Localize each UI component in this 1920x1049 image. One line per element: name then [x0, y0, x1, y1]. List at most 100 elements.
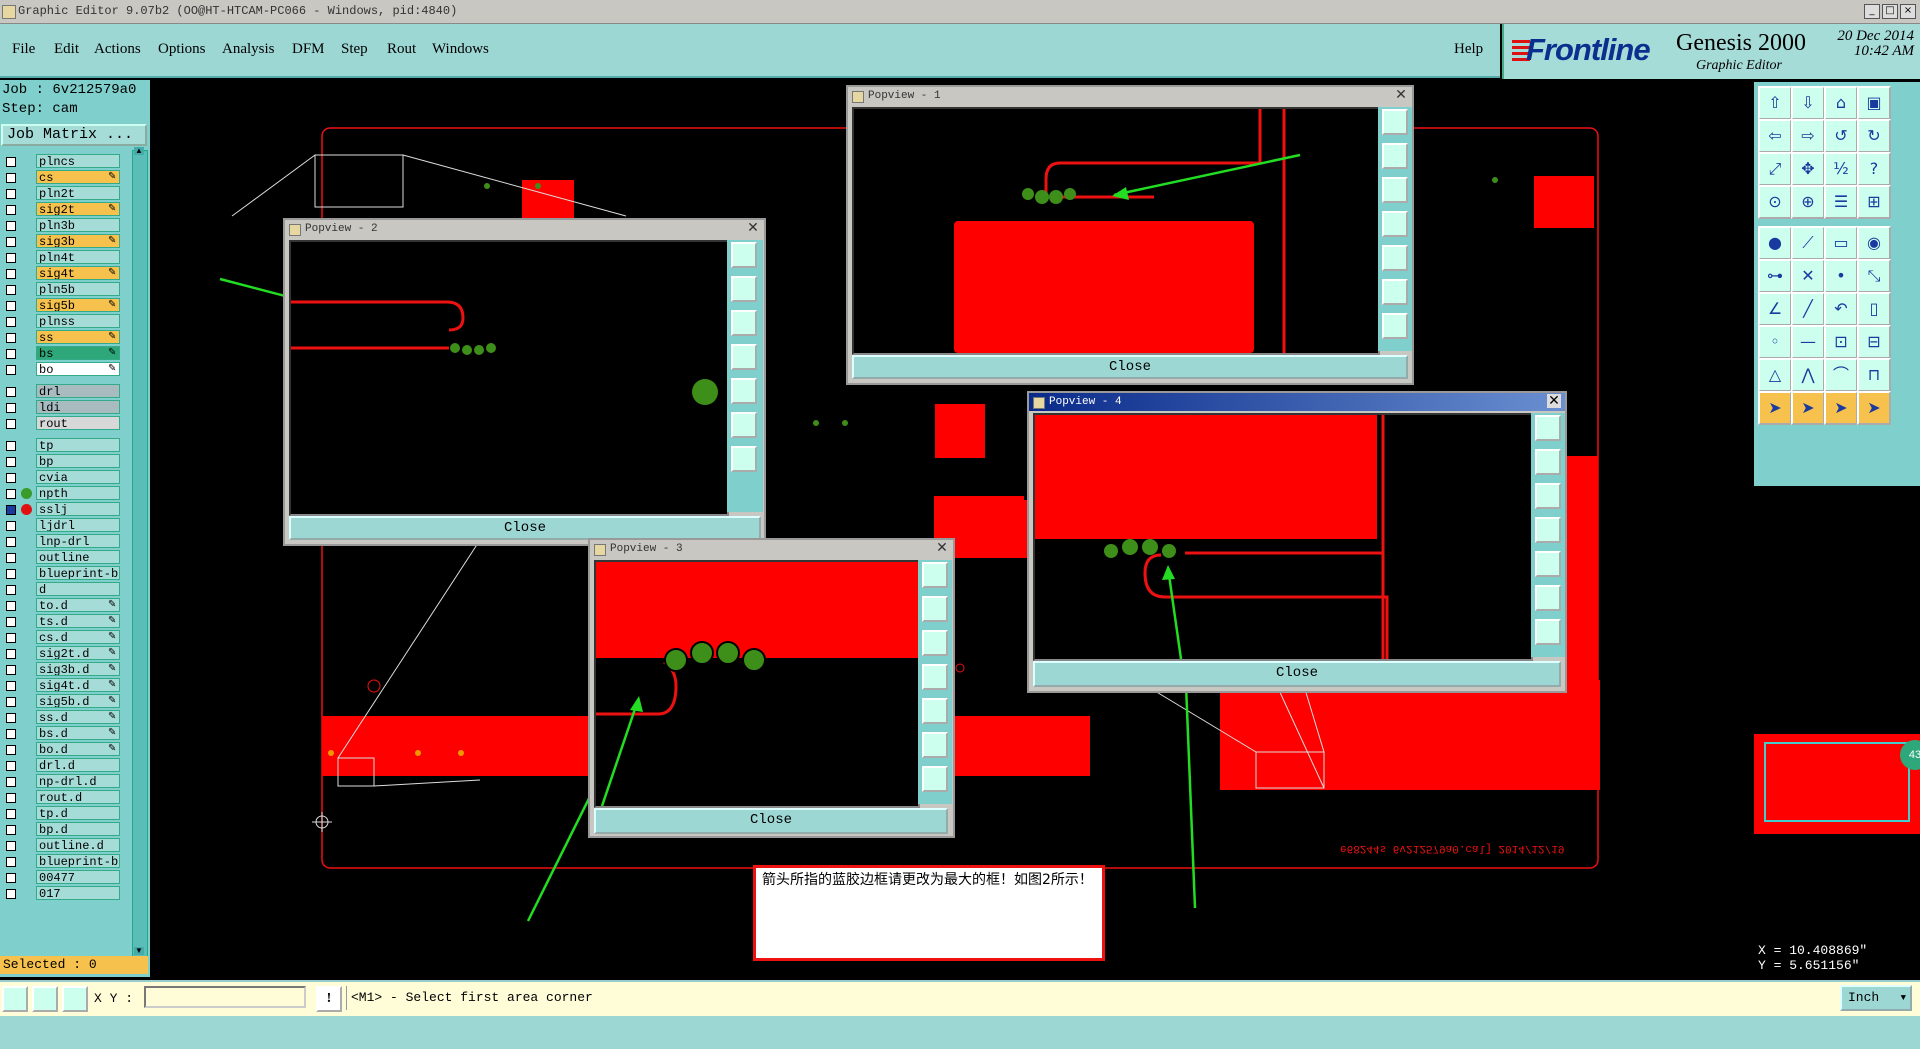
- layer-checkbox[interactable]: [6, 521, 16, 531]
- layer-row[interactable]: drl: [0, 384, 122, 399]
- popview-close-button[interactable]: Close: [289, 516, 761, 540]
- layer-row[interactable]: plncs: [0, 154, 122, 169]
- pan-down-button[interactable]: [922, 630, 948, 656]
- triangle-tool[interactable]: △: [1758, 358, 1792, 392]
- layer-row[interactable]: npth: [0, 486, 122, 501]
- popview-close-button[interactable]: Close: [594, 808, 948, 834]
- popview-titlebar[interactable]: Popview - 2 ✕: [285, 220, 764, 238]
- layer-name[interactable]: ldi: [36, 400, 120, 414]
- pan-left-button[interactable]: [1382, 211, 1408, 237]
- pan-right-button[interactable]: [922, 698, 948, 724]
- home-tool[interactable]: ⌂: [1824, 86, 1858, 120]
- layer-checkbox[interactable]: [6, 205, 16, 215]
- layer-checkbox[interactable]: [6, 317, 16, 327]
- popview-canvas[interactable]: [289, 240, 729, 516]
- pan-tool[interactable]: ✥: [1791, 152, 1825, 186]
- layer-name[interactable]: 017: [36, 886, 120, 900]
- snap-tool[interactable]: ⊙: [1758, 185, 1792, 219]
- close-icon[interactable]: ✕: [746, 221, 760, 235]
- layer-checkbox[interactable]: [6, 365, 16, 375]
- menu-file[interactable]: File: [12, 41, 35, 58]
- peak-tool[interactable]: ⋀: [1791, 358, 1825, 392]
- segment-tool[interactable]: —: [1791, 325, 1825, 359]
- zoom-fit-button[interactable]: [1382, 109, 1408, 135]
- popview-window[interactable]: Popview - 2 ✕ Close: [283, 218, 766, 546]
- undo-tool[interactable]: ↺: [1824, 119, 1858, 153]
- layer-row[interactable]: d: [0, 582, 122, 597]
- layer-row[interactable]: cs.d ✎: [0, 630, 122, 645]
- layer-row[interactable]: bp.d: [0, 822, 122, 837]
- center-tool[interactable]: ⊡: [1824, 325, 1858, 359]
- layer-row[interactable]: bo ✎: [0, 362, 122, 377]
- move-down-tool[interactable]: ⇩: [1791, 86, 1825, 120]
- pan-right-button[interactable]: [731, 378, 757, 404]
- popview-canvas[interactable]: [852, 107, 1380, 355]
- layer-checkbox[interactable]: [6, 237, 16, 247]
- layer-row[interactable]: ts.d ✎: [0, 614, 122, 629]
- menu-options[interactable]: Options: [158, 41, 206, 58]
- pan-down-button[interactable]: [1535, 483, 1561, 509]
- layer-row[interactable]: rout: [0, 416, 122, 431]
- slope-tool[interactable]: ╱: [1791, 292, 1825, 326]
- layer-checkbox[interactable]: [6, 857, 16, 867]
- layer-checkbox[interactable]: [6, 189, 16, 199]
- net-tool[interactable]: ⊕: [1791, 185, 1825, 219]
- layer-checkbox[interactable]: [6, 585, 16, 595]
- help-tool[interactable]: ?: [1857, 152, 1891, 186]
- window-tool[interactable]: ▣: [1857, 86, 1891, 120]
- layer-row[interactable]: ss.d ✎: [0, 710, 122, 725]
- layer-checkbox[interactable]: [6, 537, 16, 547]
- zoom-out-button[interactable]: [1535, 619, 1561, 645]
- popview-window[interactable]: Popview - 4 ✕ Close: [1027, 391, 1567, 693]
- popview-close-button[interactable]: Close: [1033, 661, 1561, 687]
- layer-checkbox[interactable]: [6, 333, 16, 343]
- layer-name[interactable]: bp: [36, 454, 120, 468]
- layer-row[interactable]: rout.d: [0, 790, 122, 805]
- zoom-fit-button[interactable]: [922, 562, 948, 588]
- feature-tool[interactable]: ⊞: [1857, 185, 1891, 219]
- pointer-tool[interactable]: ➤: [1758, 391, 1792, 425]
- layer-checkbox[interactable]: [6, 633, 16, 643]
- layer-row[interactable]: sig2t ✎: [0, 202, 122, 217]
- layer-name[interactable]: pln3b: [36, 218, 120, 232]
- layer-checkbox[interactable]: [6, 761, 16, 771]
- line-tool[interactable]: ⟋: [1791, 226, 1825, 260]
- layer-checkbox[interactable]: [6, 441, 16, 451]
- maximize-button[interactable]: □: [1882, 4, 1898, 19]
- layer-checkbox[interactable]: [6, 873, 16, 883]
- layer-checkbox[interactable]: [6, 457, 16, 467]
- job-matrix-button[interactable]: Job Matrix ...: [1, 124, 147, 146]
- menu-actions[interactable]: Actions: [94, 41, 141, 58]
- layer-checkbox[interactable]: [6, 745, 16, 755]
- popview-canvas[interactable]: [1033, 413, 1533, 661]
- layer-checkbox[interactable]: [6, 777, 16, 787]
- layer-row[interactable]: ss ✎: [0, 330, 122, 345]
- layer-name[interactable]: np-drl.d: [36, 774, 120, 788]
- pan-down-button[interactable]: [1382, 177, 1408, 203]
- menu-windows[interactable]: Windows: [432, 41, 489, 58]
- layer-row[interactable]: plnss: [0, 314, 122, 329]
- layer-name[interactable]: blueprint-bo: [36, 854, 120, 868]
- close-window-button[interactable]: ×: [1900, 4, 1916, 19]
- cross-tool[interactable]: ✕: [1791, 259, 1825, 293]
- move-left-tool[interactable]: ⇦: [1758, 119, 1792, 153]
- layer-checkbox[interactable]: [6, 553, 16, 563]
- units-select[interactable]: Inch ▼: [1840, 985, 1912, 1011]
- layer-checkbox[interactable]: [6, 617, 16, 627]
- popview-titlebar[interactable]: Popview - 1 ✕: [848, 87, 1412, 105]
- layer-row[interactable]: sig4t.d ✎: [0, 678, 122, 693]
- zoom-out-button[interactable]: [922, 766, 948, 792]
- layer-row[interactable]: 017: [0, 886, 122, 901]
- layer-row[interactable]: bs.d ✎: [0, 726, 122, 741]
- layer-row[interactable]: bp: [0, 454, 122, 469]
- layer-row[interactable]: pln4t: [0, 250, 122, 265]
- minimize-button[interactable]: _: [1864, 4, 1880, 19]
- zoom-fit-button[interactable]: [731, 242, 757, 268]
- layer-checkbox[interactable]: [6, 157, 16, 167]
- layer-row[interactable]: np-drl.d: [0, 774, 122, 789]
- popview-close-button[interactable]: Close: [852, 355, 1408, 379]
- layer-checkbox[interactable]: [6, 697, 16, 707]
- layer-checkbox[interactable]: [6, 569, 16, 579]
- layer-checkbox[interactable]: [6, 221, 16, 231]
- circle-tool[interactable]: ◉: [1857, 226, 1891, 260]
